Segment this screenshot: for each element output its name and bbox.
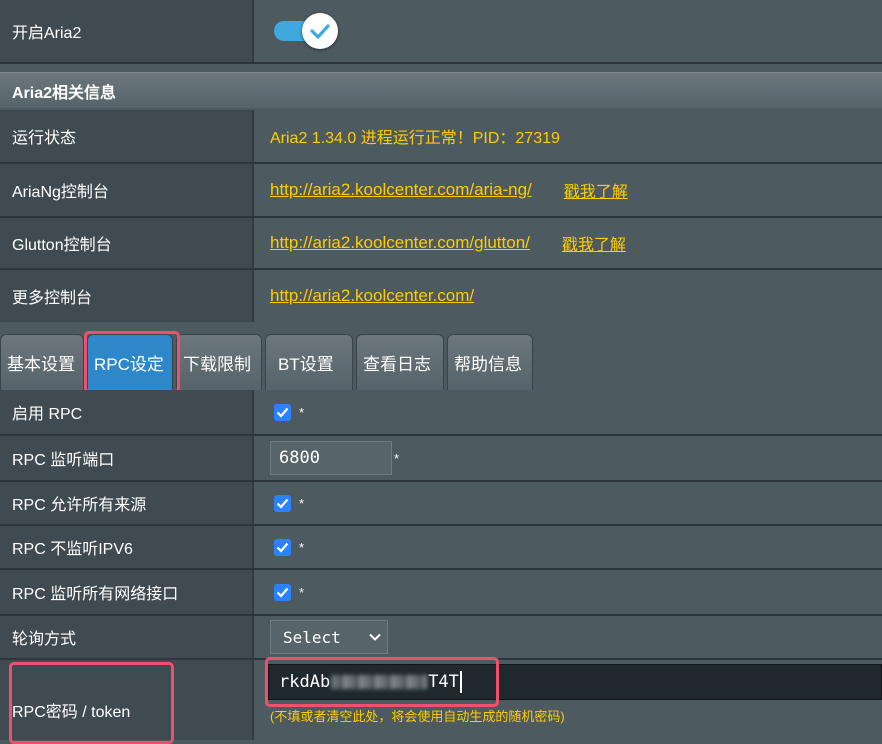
ariang-more-link[interactable]: 戳我了解 [564,178,628,202]
glutton-more-link[interactable]: 戳我了解 [562,231,626,255]
poll-method-row: 轮询方式 Select [0,616,882,658]
token-label-highlight-box [9,662,174,744]
ariang-link[interactable]: http://aria2.koolcenter.com/aria-ng/ [270,180,532,200]
glutton-row: Glutton控制台 http://aria2.koolcenter.com/g… [0,218,882,268]
checkmark-icon [276,542,289,553]
tab-help-info[interactable]: 帮助信息 [447,334,533,390]
required-mark: * [299,539,305,555]
more-consoles-link[interactable]: http://aria2.koolcenter.com/ [270,286,474,306]
rpc-allow-all-row: RPC 允许所有来源 * [0,482,882,524]
rpc-port-label: RPC 监听端口 [12,452,115,469]
required-mark: * [299,404,305,420]
rpc-port-row: RPC 监听端口 6800 * [0,436,882,480]
rpc-token-hint: (不填或者清空此处，将会使用自动生成的随机密码) [270,709,565,724]
chevron-down-icon [369,633,381,641]
status-row: 运行状态 Aria2 1.34.0 进程运行正常！PID：27319 [0,110,882,162]
status-label: 运行状态 [12,130,77,147]
enable-aria2-toggle[interactable] [274,13,340,49]
rpc-no-ipv6-checkbox[interactable] [274,538,291,556]
more-consoles-row: 更多控制台 http://aria2.koolcenter.com/ [0,270,882,322]
rpc-enable-row: 启用 RPC * [0,390,882,434]
rpc-listen-all-row: RPC 监听所有网络接口 * [0,570,882,614]
rpc-enable-checkbox[interactable] [274,403,291,421]
required-mark: * [394,450,400,466]
rpc-listen-all-checkbox[interactable] [274,583,291,601]
required-mark: * [299,495,305,511]
tab-view-log[interactable]: 查看日志 [356,334,444,390]
tab-basic-settings[interactable]: 基本设置 [0,334,84,390]
ariang-row: AriaNg控制台 http://aria2.koolcenter.com/ar… [0,164,882,216]
rpc-no-ipv6-label: RPC 不监听IPV6 [12,541,133,558]
required-mark: * [299,584,305,600]
section-title: Aria2相关信息 [0,72,882,108]
glutton-link[interactable]: http://aria2.koolcenter.com/glutton/ [270,233,530,253]
rpc-allow-all-label: RPC 允许所有来源 [12,497,147,514]
checkmark-icon [276,407,289,418]
rpc-no-ipv6-row: RPC 不监听IPV6 * [0,526,882,568]
tab-bt-settings[interactable]: BT设置 [265,334,353,390]
poll-method-select[interactable]: Select [270,620,388,654]
rpc-listen-all-label: RPC 监听所有网络接口 [12,586,179,603]
rpc-enable-label: 启用 RPC [12,406,83,423]
token-input-highlight-box [265,657,499,707]
glutton-label: Glutton控制台 [12,237,112,254]
checkmark-icon [276,498,289,509]
enable-aria2-row: 开启Aria2 [0,0,882,62]
checkmark-icon [276,587,289,598]
status-value: Aria2 1.34.0 进程运行正常！PID：27319 [270,130,560,147]
ariang-label: AriaNg控制台 [12,184,109,201]
tab-highlight-box [84,331,180,393]
poll-method-label: 轮询方式 [12,631,77,648]
rpc-port-input[interactable]: 6800 [270,441,392,475]
tab-download-limit[interactable]: 下载限制 [176,334,262,390]
checkmark-icon [302,13,338,49]
rpc-allow-all-checkbox[interactable] [274,494,291,512]
more-consoles-label: 更多控制台 [12,290,93,307]
